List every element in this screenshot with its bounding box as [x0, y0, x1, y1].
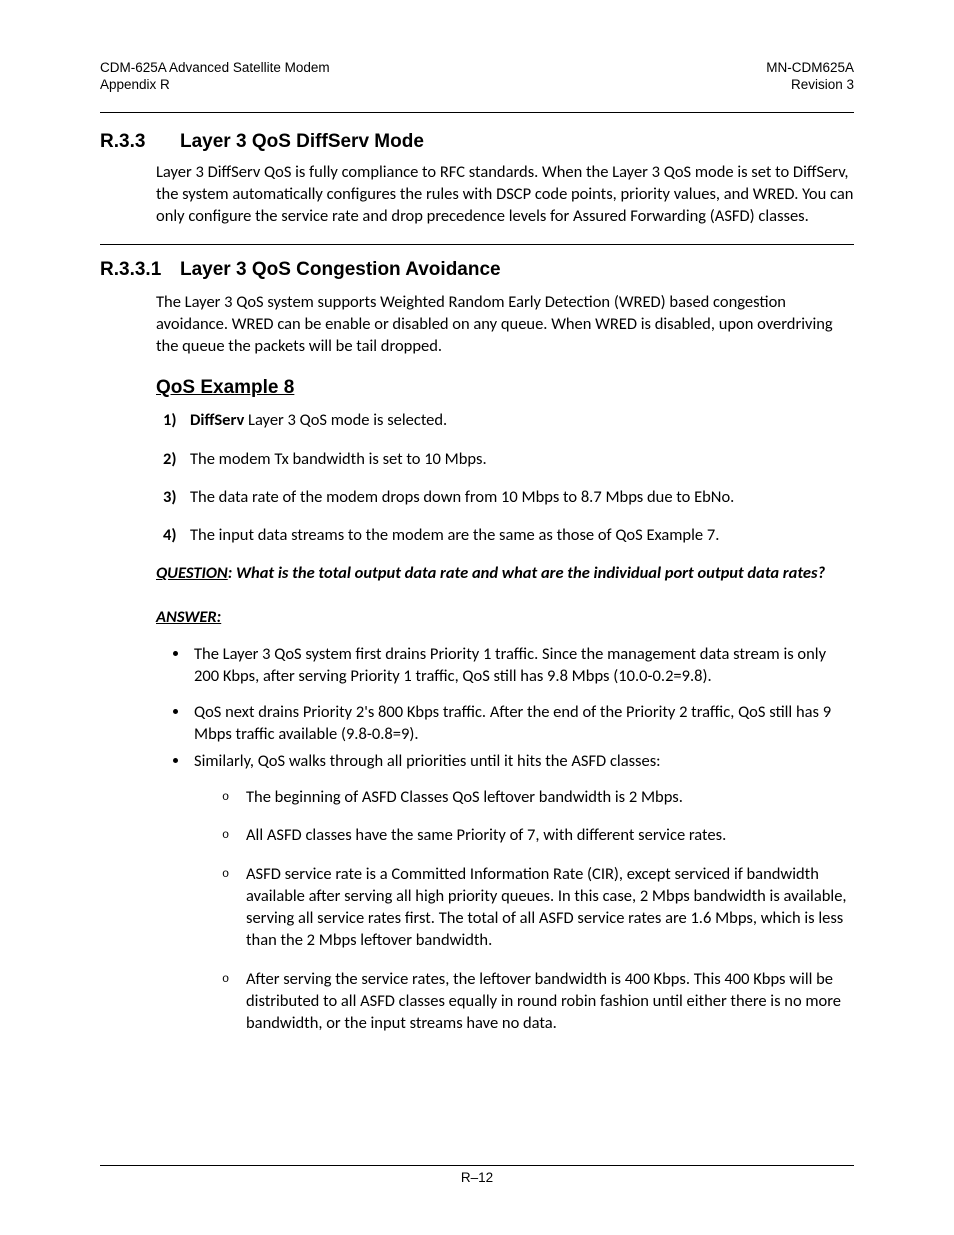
sub-bullet-item: ASFD service rate is a Committed Informa… — [222, 863, 854, 952]
subsection-number: R.3.3.1 — [100, 259, 180, 281]
sub-bullet-item: All ASFD classes have the same Priority … — [222, 824, 854, 846]
list-text: The input data streams to the modem are … — [190, 525, 719, 545]
page-number: R–12 — [461, 1170, 493, 1185]
bullet-text: The Layer 3 QoS system first drains Prio… — [194, 644, 826, 686]
section-paragraph: Layer 3 DiffServ QoS is fully compliance… — [156, 161, 854, 228]
bullet-item: QoS next drains Priority 2's 800 Kbps tr… — [190, 701, 854, 746]
list-item: The modem Tx bandwidth is set to 10 Mbps… — [184, 448, 854, 470]
header-left: CDM-625A Advanced Satellite Modem Append… — [100, 60, 330, 94]
sub-bullet-text: The beginning of ASFD Classes QoS leftov… — [246, 787, 683, 807]
section-number: R.3.3 — [100, 131, 180, 153]
page-header: CDM-625A Advanced Satellite Modem Append… — [100, 60, 854, 94]
sub-bullet-text: All ASFD classes have the same Priority … — [246, 825, 726, 845]
section-title: Layer 3 QoS DiffServ Mode — [180, 131, 424, 152]
header-right: MN-CDM625A Revision 3 — [766, 60, 854, 94]
section-heading-r33: R.3.3Layer 3 QoS DiffServ Mode — [100, 131, 854, 153]
header-rule — [100, 112, 854, 113]
header-docnum: MN-CDM625A — [766, 60, 854, 75]
list-text: The modem Tx bandwidth is set to 10 Mbps… — [190, 449, 487, 469]
page-footer: R–12 — [100, 1165, 854, 1185]
question-text: : What is the total output data rate and… — [228, 563, 825, 583]
example-list: DiffServ Layer 3 QoS mode is selected. T… — [156, 409, 854, 546]
subsection-title: Layer 3 QoS Congestion Avoidance — [180, 259, 501, 280]
bullet-item: Similarly, QoS walks through all priorit… — [190, 750, 854, 1035]
sub-bullet-text: ASFD service rate is a Committed Informa… — [246, 864, 847, 951]
bold-term: DiffServ — [190, 410, 244, 430]
sub-bullets: The beginning of ASFD Classes QoS leftov… — [222, 786, 854, 1034]
question-label: QUESTION — [156, 563, 228, 583]
bullet-item: The Layer 3 QoS system first drains Prio… — [190, 643, 854, 688]
question-paragraph: QUESTION: What is the total output data … — [156, 562, 854, 584]
example-heading: QoS Example 8 — [156, 377, 854, 399]
document-page: CDM-625A Advanced Satellite Modem Append… — [0, 0, 954, 1235]
list-text: Layer 3 QoS mode is selected. — [244, 410, 447, 430]
header-appendix: Appendix R — [100, 77, 170, 92]
header-product: CDM-625A Advanced Satellite Modem — [100, 60, 330, 75]
list-item: The input data streams to the modem are … — [184, 524, 854, 546]
list-item: DiffServ Layer 3 QoS mode is selected. — [184, 409, 854, 431]
sub-bullet-text: After serving the service rates, the lef… — [246, 969, 841, 1034]
header-revision: Revision 3 — [791, 77, 854, 92]
section-rule — [100, 244, 854, 245]
list-item: The data rate of the modem drops down fr… — [184, 486, 854, 508]
section-heading-r331: R.3.3.1Layer 3 QoS Congestion Avoidance — [100, 259, 854, 281]
subsection-paragraph: The Layer 3 QoS system supports Weighted… — [156, 291, 854, 358]
bullet-text: Similarly, QoS walks through all priorit… — [194, 751, 661, 771]
sub-bullet-item: The beginning of ASFD Classes QoS leftov… — [222, 786, 854, 808]
bullet-text: QoS next drains Priority 2's 800 Kbps tr… — [194, 702, 831, 744]
answer-label: ANSWER: — [156, 607, 854, 627]
sub-bullet-item: After serving the service rates, the lef… — [222, 968, 854, 1035]
answer-bullets: The Layer 3 QoS system first drains Prio… — [156, 643, 854, 1035]
list-text: The data rate of the modem drops down fr… — [190, 487, 734, 507]
